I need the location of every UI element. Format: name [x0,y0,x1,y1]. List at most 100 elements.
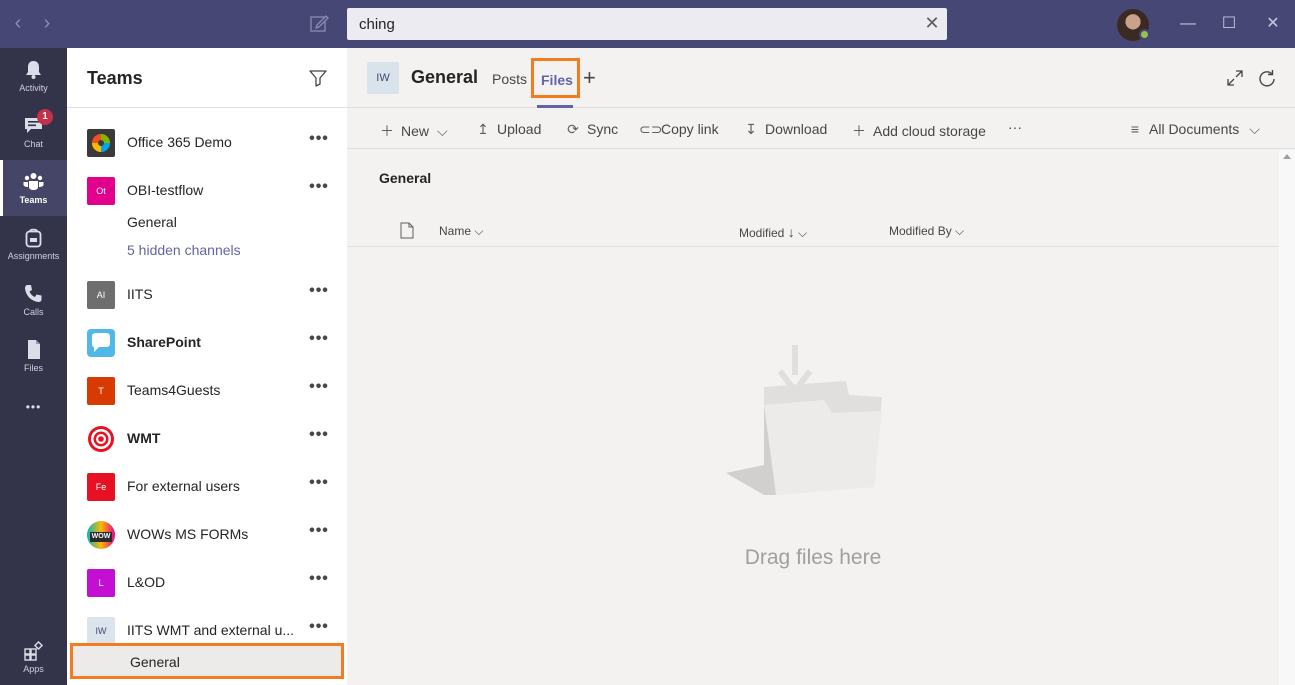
rail-label: Activity [19,83,48,93]
more-options-icon[interactable]: ••• [307,619,331,639]
more-options-icon[interactable]: ••• [307,379,331,399]
copy-link-label: Copy link [661,121,719,137]
content-scrollbar[interactable] [1279,150,1295,685]
maximize-button[interactable]: ☐ [1217,12,1241,36]
teams-panel-header: Teams [67,48,347,108]
empty-folder-illustration [726,345,882,495]
rail-item-more[interactable]: ••• [0,384,67,440]
backpack-icon [25,228,42,248]
team-sharepoint[interactable]: SharePoint ••• [67,317,347,365]
team-name: WMT [127,430,161,446]
team-logo: IW [87,617,115,645]
team-name: Office 365 Demo [127,134,232,150]
rail-item-teams[interactable]: Teams [0,160,67,216]
team-name: L&OD [127,574,166,590]
file-type-icon[interactable] [400,222,414,239]
teams-icon [23,173,44,190]
view-selector[interactable]: ≡ All Documents ⌵ [1127,121,1260,138]
hidden-channels-link[interactable]: 5 hidden channels [67,236,347,264]
chevron-down-icon: ⌵ [1249,121,1260,137]
app-rail: Activity 1 Chat Teams Assignments Calls … [0,48,67,685]
more-options-icon[interactable]: ••• [307,131,331,151]
close-button[interactable]: ✕ [1261,12,1285,36]
sync-icon: ⟳ [567,121,579,137]
compose-icon[interactable] [306,12,332,36]
clear-search-icon[interactable]: ✕ [917,8,947,40]
tab-files[interactable]: Files [531,58,580,98]
rail-item-chat[interactable]: 1 Chat [0,104,67,160]
forward-button[interactable]: › [35,12,59,36]
team-logo: WOW [87,521,115,549]
add-tab-button[interactable]: + [583,65,596,91]
refresh-icon[interactable] [1257,68,1277,88]
expand-icon[interactable] [1225,68,1245,88]
name-column-label: Name [439,224,472,238]
scroll-up-arrow-icon[interactable] [1283,154,1291,159]
column-header-row: Name ⌵ Modified ↓ ⌵ Modified By ⌵ [347,202,1279,247]
new-label: New [401,123,430,139]
team-logo: L [87,569,115,597]
add-cloud-storage-button[interactable]: ＋ Add cloud storage [851,121,986,141]
team-obi-testflow[interactable]: Ot OBI-testflow ••• [67,165,347,213]
link-icon: ⊂⊃ [639,121,663,137]
team-name: Teams4Guests [127,382,221,398]
team-name: OBI-testflow [127,182,204,198]
upload-button[interactable]: ↥ Upload [475,121,541,138]
upload-icon: ↥ [477,121,489,137]
rail-item-calls[interactable]: Calls [0,272,67,328]
hidden-channels-label: 5 hidden channels [127,242,241,258]
tab-posts[interactable]: Posts [492,71,527,87]
rail-label: Teams [19,195,48,205]
team-logo [87,329,115,357]
channel-avatar: IW [367,62,399,94]
modified-column-header[interactable]: Modified ↓ ⌵ [739,224,807,241]
panel-title: Teams [87,68,143,88]
team-logo-text: WOW [89,532,113,542]
chevron-left-icon: ‹ [14,12,22,34]
more-options-icon[interactable]: ••• [307,283,331,303]
team-teams4guests[interactable]: T Teams4Guests ••• [67,365,347,413]
rail-label: Assignments [7,251,60,261]
toolbar-more-button[interactable]: ··· [1008,119,1022,135]
more-options-icon[interactable]: ••• [307,427,331,447]
filter-icon[interactable] [308,68,328,88]
team-office-365-demo[interactable]: Office 365 Demo ••• [67,117,347,165]
search-input[interactable] [347,8,917,40]
rail-item-assignments[interactable]: Assignments [0,216,67,272]
team-for-external-users[interactable]: Fe For external users ••• [67,461,347,509]
copy-link-button[interactable]: ⊂⊃Copy link [639,121,719,138]
rail-label: Chat [23,139,43,149]
team-logo: Ot [87,177,115,205]
more-options-icon[interactable]: ••• [307,331,331,351]
more-options-icon[interactable]: ••• [307,179,331,199]
folder-title: General [379,170,432,186]
modified-by-column-header[interactable]: Modified By ⌵ [889,224,964,239]
name-column-header[interactable]: Name ⌵ [439,224,483,239]
team-logo: T [87,377,115,405]
main-area: IW General Posts Files + ＋ New ⌵ ↥ Upload ⟳… [347,48,1295,685]
team-l-and-od[interactable]: L L&OD ••• [67,557,347,605]
rail-item-activity[interactable]: Activity [0,48,67,104]
more-options-icon[interactable]: ••• [307,523,331,543]
team-wmt[interactable]: WMT ••• [67,413,347,461]
download-button[interactable]: ↧ Download [743,121,827,138]
team-name: For external users [127,478,240,494]
channel-general-selected[interactable]: General [70,643,344,679]
more-options-icon[interactable]: ••• [307,571,331,591]
back-button[interactable]: ‹ [6,12,30,36]
new-button[interactable]: ＋ New ⌵ [379,121,448,141]
rail-item-files[interactable]: Files [0,328,67,384]
team-iits[interactable]: AI IITS ••• [67,269,347,317]
channel-name: General [130,654,180,670]
file-icon [28,340,40,359]
rail-item-apps[interactable]: Apps [0,629,67,685]
channel-general[interactable]: General [67,208,347,236]
sync-button[interactable]: ⟳ Sync [565,121,618,138]
plus-icon: ＋ [852,123,866,139]
minimize-button[interactable]: — [1176,12,1200,36]
team-logo: AI [87,281,115,309]
modified-by-column-label: Modified By [889,224,952,238]
chevron-down-icon: ⌵ [474,224,484,238]
more-options-icon[interactable]: ••• [307,475,331,495]
team-wows-ms-forms[interactable]: WOW WOWs MS FORMs ••• [67,509,347,557]
